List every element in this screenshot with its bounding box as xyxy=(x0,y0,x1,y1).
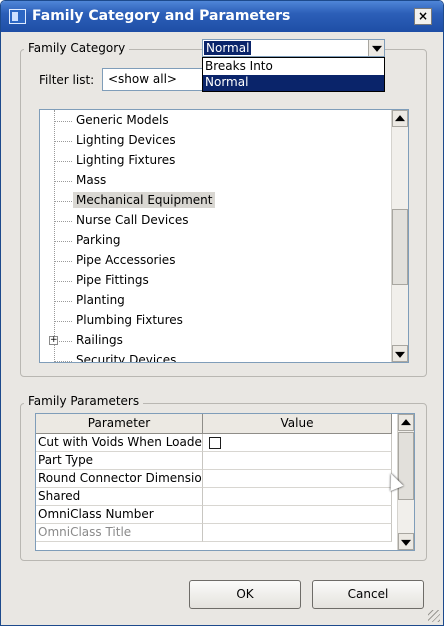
family-category-tree[interactable]: Generic Models Lighting Devices Lighting F… xyxy=(39,109,409,363)
parameter-name-cell[interactable]: OmniClass Title xyxy=(36,524,203,542)
tree-item-label: Mechanical Equipment xyxy=(73,192,216,208)
part-type-dropdown-list[interactable]: Breaks Into Normal xyxy=(202,57,385,92)
tree-item-label: Mass xyxy=(76,173,107,187)
parameter-name-cell[interactable]: OmniClass Number xyxy=(36,506,203,524)
resize-grip-icon[interactable] xyxy=(428,610,440,622)
tree-connector xyxy=(55,301,72,302)
close-button[interactable]: × xyxy=(414,8,432,25)
part-type-selected-value: Normal xyxy=(204,41,252,55)
tree-connector xyxy=(55,241,72,242)
scroll-down-button[interactable] xyxy=(398,533,414,550)
dropdown-option-normal[interactable]: Normal xyxy=(203,75,384,91)
tree-connector xyxy=(55,261,72,262)
tree-item-label: Pipe Fittings xyxy=(76,273,149,287)
scroll-thumb[interactable] xyxy=(392,209,408,285)
tree-item[interactable]: Pipe Fittings xyxy=(40,271,390,291)
title-bar[interactable]: Family Category and Parameters × xyxy=(1,1,443,32)
tree-item-label: Parking xyxy=(76,233,121,247)
parameter-name-cell[interactable]: Round Connector Dimension xyxy=(36,470,203,488)
tree-item-label: Railings xyxy=(76,333,123,347)
tree-item-label: Pipe Accessories xyxy=(76,253,176,267)
app-icon xyxy=(9,9,26,24)
chevron-down-icon xyxy=(371,45,382,52)
category-scrollbar[interactable] xyxy=(391,110,408,362)
tree-item[interactable]: Parking xyxy=(40,231,390,251)
tree-connector xyxy=(55,141,72,142)
arrow-up-icon xyxy=(395,114,405,121)
arrow-up-icon xyxy=(401,418,411,425)
filter-list-value: <show all> xyxy=(108,72,177,86)
tree-item-label: Lighting Devices xyxy=(76,133,176,147)
tree-item-label: Nurse Call Devices xyxy=(76,213,189,227)
tree-item-label: Plumbing Fixtures xyxy=(76,313,183,327)
tree-item[interactable]: Nurse Call Devices xyxy=(40,211,390,231)
family-parameters-legend: Family Parameters xyxy=(24,394,144,408)
parameter-name-cell[interactable]: Shared xyxy=(36,488,203,506)
family-category-legend: Family Category xyxy=(24,41,130,55)
column-header-parameter[interactable]: Parameter xyxy=(36,414,203,434)
tree-connector xyxy=(55,221,72,222)
parameter-value-cell[interactable] xyxy=(203,434,392,452)
cancel-button[interactable]: Cancel xyxy=(312,580,424,609)
tree-item[interactable]: Lighting Fixtures xyxy=(40,151,390,171)
tree-item-label: Generic Models xyxy=(76,113,169,127)
scroll-up-button[interactable] xyxy=(392,110,408,127)
tree-item-label: Security Devices xyxy=(76,353,177,363)
parameter-value-cell[interactable] xyxy=(203,524,392,542)
tree-connector xyxy=(55,201,72,202)
parameter-name-cell[interactable]: Part Type xyxy=(36,452,203,470)
parameter-value-cell[interactable] xyxy=(203,470,392,488)
dialog-title: Family Category and Parameters xyxy=(32,8,291,24)
tree-item[interactable]: Pipe Accessories xyxy=(40,251,390,271)
scroll-up-button[interactable] xyxy=(398,414,414,431)
tree-item[interactable]: + Railings xyxy=(40,331,390,351)
tree-connector xyxy=(55,181,72,182)
tree-item-label: Lighting Fixtures xyxy=(76,153,176,167)
tree-connector xyxy=(55,281,72,282)
part-type-dropdown-button[interactable] xyxy=(368,40,384,56)
expand-icon[interactable]: + xyxy=(49,336,58,345)
tree-item[interactable]: Lighting Devices xyxy=(40,131,390,151)
dialog-window: Family Category and Parameters × Family … xyxy=(0,0,444,626)
parameter-value-cell[interactable] xyxy=(203,506,392,524)
tree-connector xyxy=(55,361,72,362)
tree-item[interactable]: Mass xyxy=(40,171,390,191)
parameters-grid[interactable]: Parameter Value Cut with Voids When Load… xyxy=(35,413,415,551)
dropdown-option-breaks-into[interactable]: Breaks Into xyxy=(203,59,384,75)
tree-connector xyxy=(55,321,72,322)
cut-with-voids-checkbox[interactable] xyxy=(209,437,221,449)
filter-list-label: Filter list: xyxy=(39,73,95,87)
scroll-thumb[interactable] xyxy=(398,432,414,500)
column-header-value[interactable]: Value xyxy=(203,414,392,434)
arrow-down-icon xyxy=(401,539,411,546)
tree-item[interactable]: Security Devices xyxy=(40,351,390,363)
scroll-down-button[interactable] xyxy=(392,345,408,362)
tree-item[interactable]: Planting xyxy=(40,291,390,311)
parameter-name-cell[interactable]: Cut with Voids When Loaded xyxy=(36,434,203,452)
tree-connector xyxy=(55,161,72,162)
arrow-down-icon xyxy=(395,351,405,358)
parameter-value-cell[interactable] xyxy=(203,488,392,506)
ok-button[interactable]: OK xyxy=(189,580,301,609)
parameter-value-cell[interactable] xyxy=(203,452,392,470)
tree-item[interactable]: Mechanical Equipment xyxy=(40,191,390,211)
tree-item[interactable]: Plumbing Fixtures xyxy=(40,311,390,331)
tree-item-label: Planting xyxy=(76,293,125,307)
part-type-select[interactable]: Normal xyxy=(202,39,385,57)
tree-item[interactable]: Generic Models xyxy=(40,111,390,131)
tree-connector xyxy=(55,121,72,122)
